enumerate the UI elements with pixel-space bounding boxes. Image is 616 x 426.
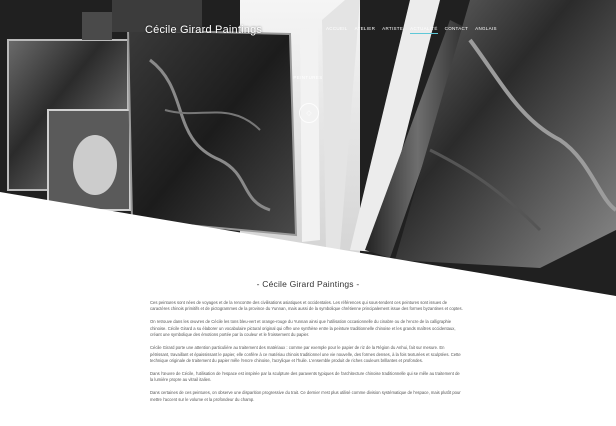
main-content: Ces peintures sont nées de voyages et de… <box>150 300 464 410</box>
nav-item-anglais[interactable]: ANGLAIS <box>475 26 497 34</box>
site-title[interactable]: Cécile Girard Paintings <box>145 24 262 36</box>
paragraph: Dans l'œuvre de Cécile, l'utilisation de… <box>150 371 460 383</box>
nav-item-contact[interactable]: CONTACT <box>445 26 469 34</box>
nav-item-atelier[interactable]: ATELIER <box>355 26 376 34</box>
hero-banner: Cécile Girard Paintings ACCUEIL ATELIER … <box>0 0 616 300</box>
hero-photo <box>0 0 616 300</box>
paragraph: Dans certaines de ces peintures, on obse… <box>150 390 461 402</box>
nav-item-artiste[interactable]: ARTISTE <box>382 26 403 34</box>
diamond-icon: ◇ <box>306 110 312 117</box>
hero-label: PEINTURES <box>293 75 323 80</box>
nav-item-accueil[interactable]: ACCUEIL <box>326 26 348 34</box>
nav-item-actualite[interactable]: ACTUALITÉ <box>410 26 439 34</box>
page-heading: - Cécile Girard Paintings - <box>256 279 360 289</box>
paragraph: On retrouve dans les œuvres de Cécile le… <box>150 319 456 338</box>
scroll-down-button[interactable]: ◇ <box>299 103 319 123</box>
paragraph: Cécile Girard porte une attention partic… <box>150 345 461 364</box>
main-nav: ACCUEIL ATELIER ARTISTE ACTUALITÉ CONTAC… <box>326 26 497 34</box>
paragraph: Ces peintures sont nées de voyages et de… <box>150 300 463 312</box>
